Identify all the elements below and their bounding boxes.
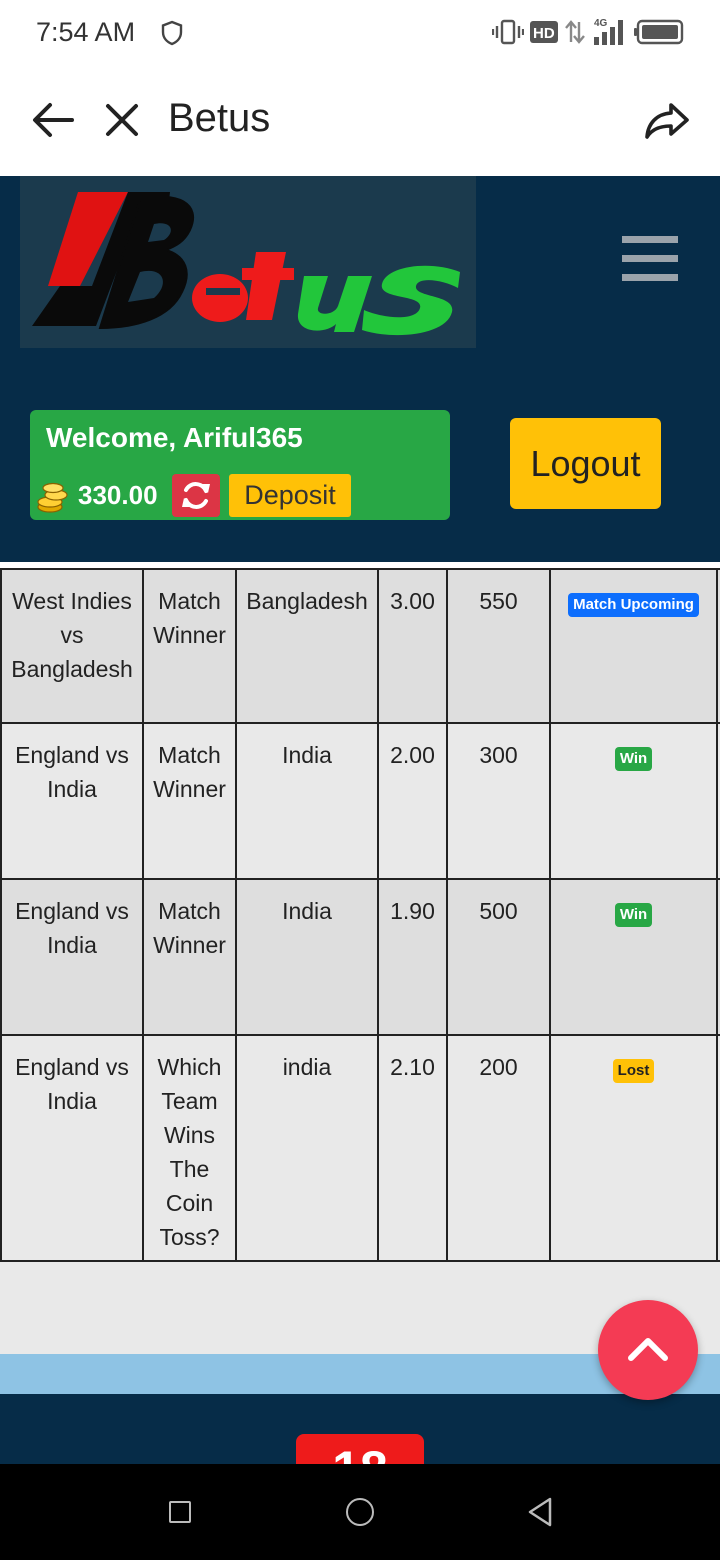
table-cell-stake: 550 xyxy=(446,570,549,722)
cell-text: 300 xyxy=(479,742,518,768)
cell-text: 2.10 xyxy=(390,1054,435,1080)
battery-icon xyxy=(634,19,684,45)
recent-apps-icon[interactable] xyxy=(169,1501,191,1523)
deposit-button[interactable]: Deposit xyxy=(229,474,351,517)
cell-text: England vs India xyxy=(15,742,129,802)
table-cell-match: England vs India xyxy=(0,1036,142,1260)
status-icons: HD 4G xyxy=(492,16,684,48)
age-restriction-badge: 18 xyxy=(296,1434,424,1464)
cell-text: Bangladesh xyxy=(246,588,368,614)
welcome-panel: Welcome, Ariful365 330.00 Deposit xyxy=(30,410,450,520)
table-cell-match: West Indies vs Bangladesh xyxy=(0,570,142,722)
status-badge: Win xyxy=(614,903,653,927)
table-edge xyxy=(716,880,718,1034)
table-edge xyxy=(716,724,718,878)
cell-text: 2.00 xyxy=(390,742,435,768)
svg-text:4G: 4G xyxy=(594,18,608,29)
table-cell-market: Which Team Wins The Coin Toss? xyxy=(142,1036,235,1260)
signal-4g-icon: 4G xyxy=(594,18,623,45)
status-badge: Win xyxy=(614,747,653,771)
balance-amount: 330.00 xyxy=(78,480,158,510)
chevron-up-icon xyxy=(628,1338,668,1361)
table-cell-odds: 2.10 xyxy=(377,1036,446,1260)
betus-logo-graphic xyxy=(32,192,460,336)
table-cell-status: Win xyxy=(549,724,716,878)
refresh-icon xyxy=(182,482,210,509)
close-icon[interactable] xyxy=(104,102,140,138)
table-cell-status: Lost xyxy=(549,1036,716,1260)
cell-text: India xyxy=(282,898,332,924)
status-bar: 7:54 AM HD 4G xyxy=(0,0,720,66)
cell-text: 500 xyxy=(479,898,518,924)
cell-text: England vs India xyxy=(15,898,129,958)
status-badge: Lost xyxy=(612,1059,655,1083)
browser-toolbar: Betus xyxy=(0,66,720,176)
table-edge xyxy=(716,570,718,722)
scroll-to-top-button[interactable] xyxy=(598,1300,698,1400)
table-row: England vs India Match Winner India 1.90 500… xyxy=(0,880,720,1036)
cell-text: 200 xyxy=(479,1054,518,1080)
shield-icon xyxy=(161,20,183,46)
site-header: Welcome, Ariful365 330.00 Deposit Logout xyxy=(0,176,720,562)
cell-text: Match Winner xyxy=(153,742,226,802)
cell-text: 1.90 xyxy=(390,898,435,924)
table-cell-stake: 200 xyxy=(446,1036,549,1260)
cell-text: Which Team Wins The Coin Toss? xyxy=(157,1054,222,1250)
table-cell-stake: 500 xyxy=(446,880,549,1034)
bet-history-table: West Indies vs Bangladesh Match Winner Ban… xyxy=(0,562,720,1262)
table-cell-market: Match Winner xyxy=(142,570,235,722)
table-cell-market: Match Winner xyxy=(142,724,235,878)
cell-text: England vs India xyxy=(15,1054,129,1114)
table-cell-match: England vs India xyxy=(0,724,142,878)
table-cell-selection: India xyxy=(235,880,377,1034)
table-cell-odds: 3.00 xyxy=(377,570,446,722)
table-cell-selection: India xyxy=(235,724,377,878)
hamburger-menu-icon[interactable] xyxy=(622,236,678,281)
table-cell-odds: 2.00 xyxy=(377,724,446,878)
home-icon[interactable] xyxy=(346,1498,374,1526)
logout-button[interactable]: Logout xyxy=(510,418,661,509)
status-time: 7:54 AM xyxy=(36,17,136,47)
table-row: West Indies vs Bangladesh Match Winner Ban… xyxy=(0,568,720,724)
back-arrow-icon[interactable] xyxy=(30,100,76,140)
table-row: England vs India Match Winner India 2.00 300… xyxy=(0,724,720,880)
data-arrows-icon xyxy=(565,20,585,44)
table-cell-match: England vs India xyxy=(0,880,142,1034)
coins-icon xyxy=(37,482,68,513)
svg-text:HD: HD xyxy=(533,25,555,42)
status-badge: Match Upcoming xyxy=(568,593,699,617)
table-cell-selection: india xyxy=(235,1036,377,1260)
table-cell-stake: 300 xyxy=(446,724,549,878)
site-footer: 18 xyxy=(0,1394,720,1464)
table-row: England vs India Which Team Wins The Coin… xyxy=(0,1036,720,1262)
cell-text: West Indies vs Bangladesh xyxy=(11,588,133,682)
cell-text: India xyxy=(282,742,332,768)
table-cell-odds: 1.90 xyxy=(377,880,446,1034)
table-cell-status: Win xyxy=(549,880,716,1034)
age-badge-text: 18 xyxy=(296,1434,424,1464)
betus-logo[interactable] xyxy=(20,176,476,348)
table-cell-status: Match Upcoming xyxy=(549,570,716,722)
cell-text: 550 xyxy=(479,588,518,614)
table-edge xyxy=(716,1036,718,1260)
share-icon[interactable] xyxy=(644,100,690,140)
hd-icon: HD xyxy=(530,21,558,43)
cell-text: Match Winner xyxy=(153,898,226,958)
cell-text: india xyxy=(282,1054,332,1080)
table-cell-selection: Bangladesh xyxy=(235,570,377,722)
cell-text: 3.00 xyxy=(390,588,435,614)
refresh-balance-button[interactable] xyxy=(172,474,220,517)
table-cell-market: Match Winner xyxy=(142,880,235,1034)
welcome-text: Welcome, Ariful365 xyxy=(46,422,303,453)
vibrate-icon xyxy=(492,19,524,45)
cell-text: Match Winner xyxy=(153,588,226,648)
back-triangle-icon[interactable] xyxy=(526,1496,554,1528)
page-title: Betus xyxy=(168,96,271,140)
system-navigation-bar xyxy=(0,1464,720,1560)
